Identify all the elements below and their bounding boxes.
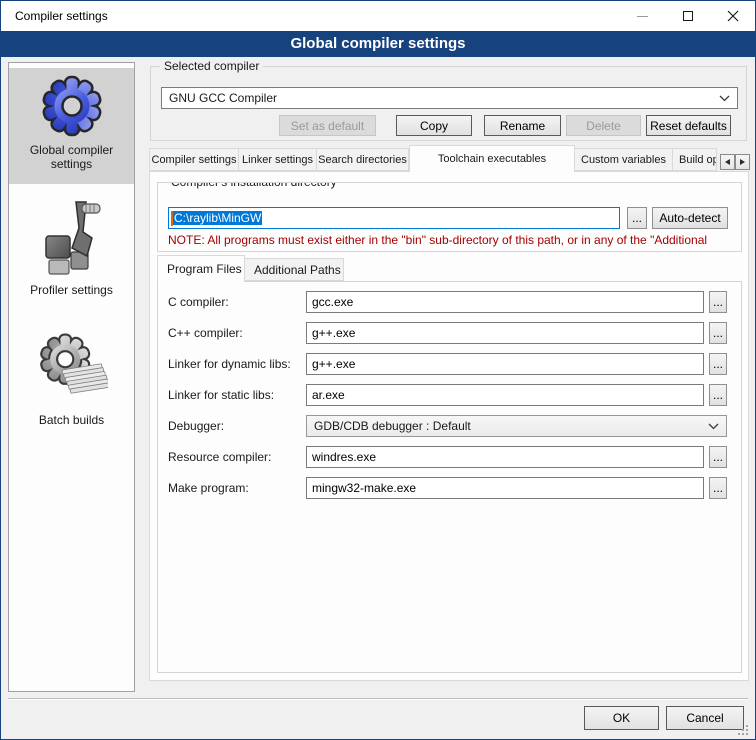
tab-linker-settings[interactable]: Linker settings (239, 148, 317, 171)
subtab-program-files[interactable]: Program Files (157, 255, 245, 282)
selected-compiler-group: Selected compiler GNU GCC Compiler Set a… (150, 66, 747, 141)
sidebar-item-profiler-settings[interactable]: Profiler settings (9, 192, 134, 298)
installation-directory-group: Compiler's installation directory C:\ray… (157, 182, 742, 252)
titlebar[interactable]: Compiler settings (1, 1, 755, 31)
subtab-additional-paths[interactable]: Additional Paths (245, 258, 344, 281)
chevron-down-icon (719, 95, 730, 102)
tab-build-options[interactable]: Build options (673, 148, 717, 171)
tab-custom-variables[interactable]: Custom variables (575, 148, 673, 171)
main-tabstrip: Compiler settings Linker settings Search… (149, 145, 717, 171)
installation-directory-input[interactable]: C:\raylib\MinGW (168, 207, 620, 229)
sidebar-item-global-compiler-settings[interactable]: Global compiler settings (9, 68, 134, 184)
sidebar-item-label: Global compiler settings (16, 143, 128, 171)
installation-directory-group-label: Compiler's installation directory (167, 182, 341, 189)
resource-compiler-label: Resource compiler: (168, 450, 271, 464)
make-program-input[interactable] (306, 477, 704, 499)
program-files-tabstrip: Program Files Additional Paths (157, 255, 344, 281)
program-files-panel: C compiler: ... C++ compiler: ... Linker… (157, 281, 742, 673)
caliper-tool-icon (40, 198, 104, 278)
blue-gear-icon (40, 74, 104, 138)
toolchain-executables-page: Compiler's installation directory C:\ray… (149, 171, 749, 681)
debugger-label: Debugger: (168, 419, 224, 433)
compiler-select-value: GNU GCC Compiler (169, 91, 277, 105)
set-as-default-button[interactable]: Set as default (279, 115, 376, 136)
dialog-header: Global compiler settings (1, 31, 755, 57)
debugger-select[interactable]: GDB/CDB debugger : Default (306, 415, 727, 437)
dialog-body: Global compiler settings Profi (1, 57, 755, 739)
c-compiler-label: C compiler: (168, 295, 229, 309)
cancel-button[interactable]: Cancel (666, 706, 744, 730)
cpp-compiler-label: C++ compiler: (168, 326, 243, 340)
dynamic-linker-browse-button[interactable]: ... (709, 353, 727, 375)
cpp-compiler-browse-button[interactable]: ... (709, 322, 727, 344)
installation-directory-value: C:\raylib\MinGW (173, 211, 262, 225)
make-program-label: Make program: (168, 481, 249, 495)
window-title: Compiler settings (1, 9, 108, 23)
static-linker-input[interactable] (306, 384, 704, 406)
copy-button[interactable]: Copy (396, 115, 472, 136)
static-linker-browse-button[interactable]: ... (709, 384, 727, 406)
resize-grip[interactable] (736, 723, 749, 736)
c-compiler-browse-button[interactable]: ... (709, 291, 727, 313)
compiler-settings-dialog: Compiler settings Global compiler settin… (0, 0, 756, 740)
dynamic-linker-label: Linker for dynamic libs: (168, 357, 291, 371)
resource-compiler-browse-button[interactable]: ... (709, 446, 727, 468)
tab-scroll-left-button[interactable] (720, 154, 735, 170)
sidebar-item-label: Profiler settings (16, 283, 128, 297)
reset-defaults-button[interactable]: Reset defaults (646, 115, 731, 136)
selected-compiler-group-label: Selected compiler (160, 59, 263, 73)
close-icon (727, 10, 739, 22)
scroll-right-icon (740, 159, 745, 165)
tab-scroll-right-button[interactable] (735, 154, 750, 170)
maximize-icon (683, 11, 693, 21)
chevron-down-icon (708, 423, 719, 430)
settings-category-list: Global compiler settings Profi (8, 62, 135, 692)
sidebar-item-label: Batch builds (16, 413, 128, 427)
minimize-icon (637, 16, 648, 17)
maximize-button[interactable] (665, 1, 710, 31)
resource-compiler-input[interactable] (306, 446, 704, 468)
rename-button[interactable]: Rename (484, 115, 561, 136)
tab-compiler-settings[interactable]: Compiler settings (149, 148, 239, 171)
close-button[interactable] (710, 1, 755, 31)
static-linker-label: Linker for static libs: (168, 388, 274, 402)
browse-directory-button[interactable]: ... (627, 207, 647, 229)
compiler-select[interactable]: GNU GCC Compiler (161, 87, 738, 109)
cpp-compiler-input[interactable] (306, 322, 704, 344)
ok-button[interactable]: OK (584, 706, 659, 730)
tab-search-directories[interactable]: Search directories (317, 148, 409, 171)
gray-gear-stack-icon (36, 328, 108, 408)
debugger-select-value: GDB/CDB debugger : Default (314, 419, 471, 433)
dynamic-linker-input[interactable] (306, 353, 704, 375)
c-compiler-input[interactable] (306, 291, 704, 313)
footer-divider (8, 698, 748, 700)
delete-button[interactable]: Delete (566, 115, 641, 136)
minimize-button[interactable] (620, 1, 665, 31)
make-program-browse-button[interactable]: ... (709, 477, 727, 499)
auto-detect-button[interactable]: Auto-detect (652, 207, 728, 229)
sidebar-item-batch-builds[interactable]: Batch builds (9, 322, 134, 428)
bin-directory-note: NOTE: All programs must exist either in … (168, 233, 740, 247)
tab-toolchain-executables[interactable]: Toolchain executables (409, 145, 575, 172)
scroll-left-icon (725, 159, 730, 165)
